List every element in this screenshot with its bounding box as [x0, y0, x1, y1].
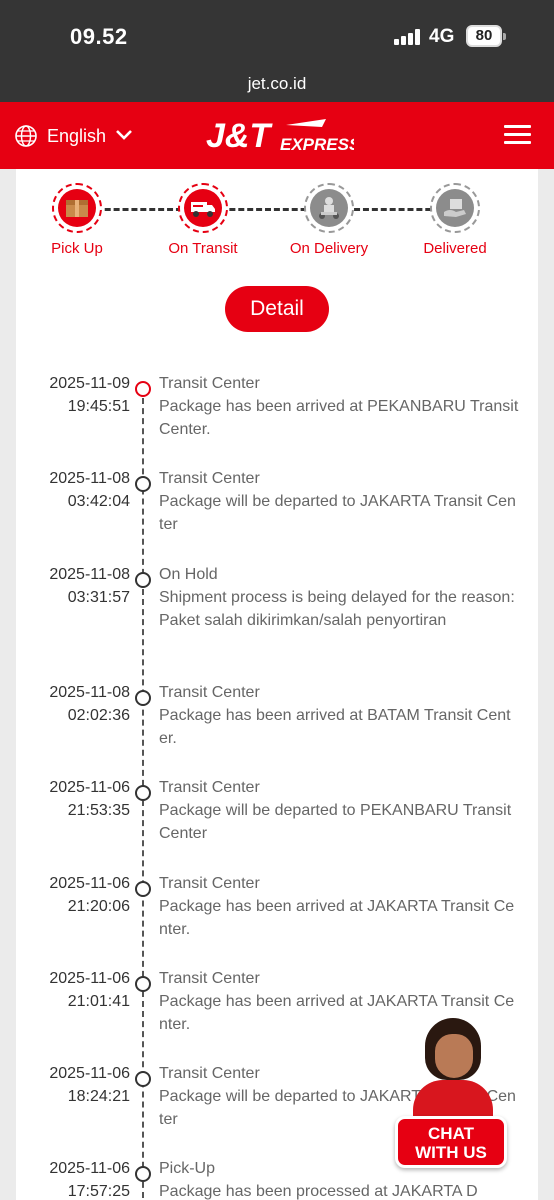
progress-steps: Pick Up On Transit On Delivery Delivered — [16, 169, 538, 269]
globe-icon[interactable] — [14, 124, 38, 148]
event-description: Package has been arrived at PEKANBARU Tr… — [159, 398, 519, 438]
event-status: Transit Center — [159, 375, 260, 392]
timeline-dot — [135, 976, 151, 992]
event-date: 2025-11-08 — [49, 566, 130, 583]
step-label: Delivered — [423, 240, 487, 257]
site-header: English J&T EXPRESS — [0, 102, 554, 169]
event-description: Shipment process is being delayed for th… — [159, 589, 515, 629]
event-description: Package has been arrived at BATAM Transi… — [159, 707, 511, 747]
event-date: 2025-11-06 — [49, 1065, 130, 1082]
event-description: Package has been arrived at JAKARTA Tran… — [159, 898, 515, 938]
event-date: 2025-11-08 — [49, 684, 130, 701]
battery-icon: 80 — [466, 25, 506, 47]
step-label: On Delivery — [289, 240, 369, 257]
event-date: 2025-11-08 — [49, 470, 130, 487]
chat-line-2: WITH US — [415, 1143, 487, 1162]
step-label: Pick Up — [51, 240, 103, 257]
timeline-dot-current — [135, 381, 151, 397]
step-pick-up: Pick Up — [17, 183, 137, 257]
timeline-dot — [135, 785, 151, 801]
network-type: 4G — [429, 26, 455, 47]
status-time: 09.52 — [70, 24, 128, 49]
event-time: 02:02:36 — [67, 707, 130, 724]
logo-main-text: J&T — [206, 117, 273, 155]
event-description: Package will be departed to JAKARTA Tran… — [159, 493, 516, 533]
event-status: Transit Center — [159, 970, 260, 987]
event-date: 2025-11-06 — [49, 779, 130, 796]
chevron-down-icon[interactable] — [115, 129, 133, 141]
timeline-dot — [135, 690, 151, 706]
event-time: 03:42:04 — [67, 493, 130, 510]
event-description: Package has been processed at JAKARTA D — [159, 1183, 478, 1200]
timeline-dot — [135, 572, 151, 588]
event-status: Transit Center — [159, 779, 260, 796]
status-bar: 09.52 4G 80 jet.co.id — [0, 0, 554, 102]
event-date: 2025-11-06 — [49, 970, 130, 987]
truck-icon — [178, 183, 228, 233]
step-on-delivery: On Delivery — [269, 183, 389, 257]
event-time: 21:53:35 — [67, 802, 130, 819]
step-label: On Transit — [168, 240, 238, 257]
event-status: Transit Center — [159, 875, 260, 892]
chat-with-us-button[interactable]: CHAT WITH US — [395, 1116, 507, 1168]
chat-widget[interactable]: CHAT WITH US — [395, 1014, 507, 1170]
handover-icon — [430, 183, 480, 233]
event-time: 17:57:25 — [67, 1183, 130, 1200]
timeline-dot — [135, 881, 151, 897]
event-time: 18:24:21 — [67, 1088, 130, 1105]
courier-icon — [304, 183, 354, 233]
step-on-transit: On Transit — [143, 183, 263, 257]
detail-button[interactable]: Detail — [225, 286, 329, 332]
timeline-dot — [135, 1166, 151, 1182]
signal-icon — [394, 29, 422, 45]
step-delivered: Delivered — [395, 183, 515, 257]
pick-up-icon — [52, 183, 102, 233]
event-time: 21:01:41 — [67, 993, 130, 1010]
event-time: 03:31:57 — [67, 589, 130, 606]
menu-icon[interactable] — [504, 125, 531, 145]
jt-express-logo[interactable]: J&T EXPRESS — [204, 116, 354, 156]
event-date: 2025-11-09 — [49, 375, 130, 392]
address-bar-url[interactable]: jet.co.id — [0, 74, 554, 94]
agent-avatar-icon — [435, 1034, 473, 1078]
timeline-dot — [135, 476, 151, 492]
event-status: Transit Center — [159, 684, 260, 701]
event-time: 19:45:51 — [67, 398, 130, 415]
language-selector[interactable]: English — [47, 126, 106, 147]
event-status: On Hold — [159, 566, 218, 583]
logo-sub-text: EXPRESS — [280, 135, 354, 154]
timeline-dot — [135, 1071, 151, 1087]
event-description: Package will be departed to PEKANBARU Tr… — [159, 802, 512, 842]
chat-line-1: CHAT — [428, 1124, 474, 1143]
event-status: Transit Center — [159, 470, 260, 487]
event-date: 2025-11-06 — [49, 875, 130, 892]
event-date: 2025-11-06 — [49, 1160, 130, 1177]
event-time: 21:20:06 — [67, 898, 130, 915]
